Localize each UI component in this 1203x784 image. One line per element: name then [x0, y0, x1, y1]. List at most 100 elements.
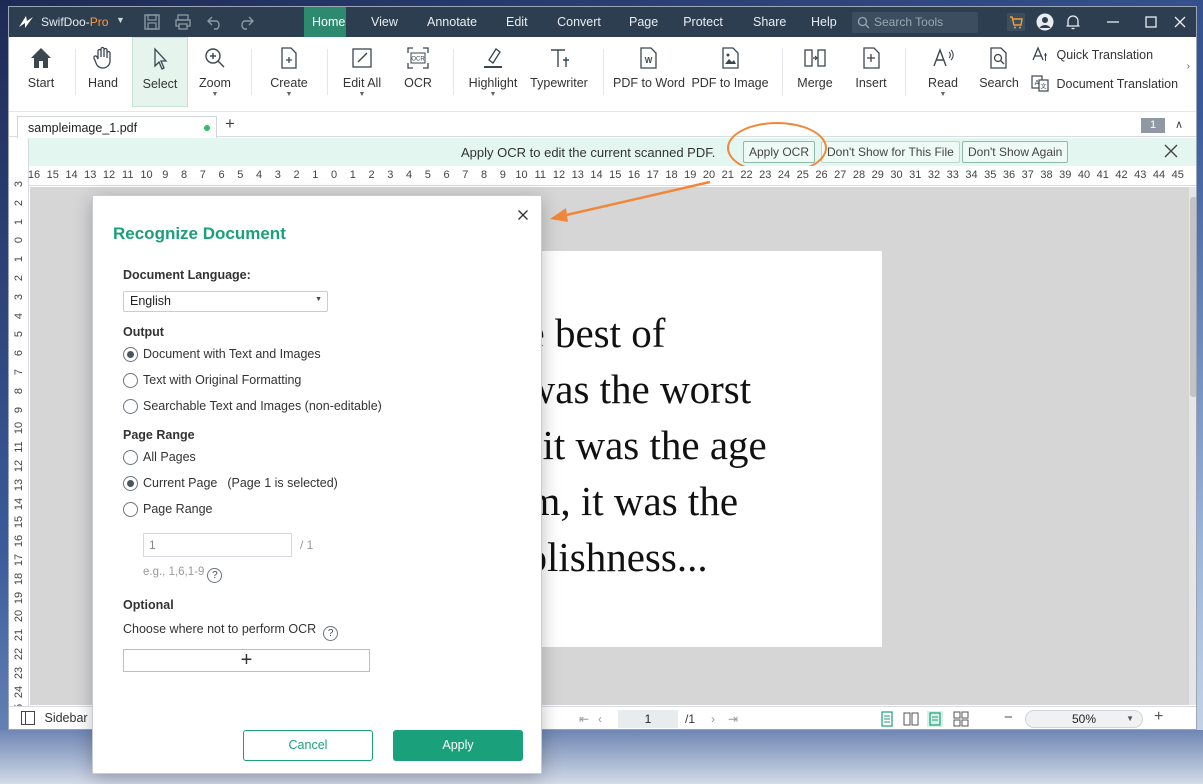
- zoom-button[interactable]: Zoom ▼: [195, 37, 235, 107]
- typewriter-button[interactable]: Typewriter: [529, 37, 589, 107]
- output-searchable-radio[interactable]: Searchable Text and Images (non-editable…: [123, 399, 382, 414]
- close-banner-icon[interactable]: [1163, 143, 1179, 159]
- ruler-tick-label: 20: [13, 610, 25, 623]
- ribbon-divider: [251, 49, 252, 95]
- document-translation-button[interactable]: A文 Document Translation: [1031, 74, 1178, 92]
- dialog-title: Recognize Document: [113, 224, 286, 243]
- maximize-icon[interactable]: [1142, 13, 1160, 31]
- document-language-select[interactable]: English ▼: [123, 291, 328, 312]
- page-range-input[interactable]: 1: [143, 533, 292, 557]
- first-page-icon[interactable]: ⇤: [579, 712, 589, 726]
- save-icon[interactable]: [143, 13, 161, 31]
- insert-button[interactable]: Insert: [851, 37, 891, 107]
- app-menu-caret-icon[interactable]: ▼: [116, 15, 125, 25]
- close-dialog-icon[interactable]: [517, 209, 529, 221]
- recognize-document-dialog: Recognize Document Document Language: En…: [92, 195, 542, 774]
- pdf-to-image-button[interactable]: PDF to Image: [691, 37, 769, 107]
- output-original-formatting-radio[interactable]: Text with Original Formatting: [123, 373, 301, 388]
- read-aloud-icon: [933, 48, 954, 67]
- read-button[interactable]: Read ▼: [923, 37, 963, 107]
- two-page-view-icon[interactable]: [903, 711, 919, 727]
- menu-edit[interactable]: Edit: [498, 7, 534, 37]
- print-icon[interactable]: [174, 13, 192, 31]
- search-tools-input[interactable]: Search Tools: [852, 12, 978, 33]
- menu-convert[interactable]: Convert: [547, 7, 611, 37]
- create-button[interactable]: Create ▼: [267, 37, 311, 107]
- edit-all-button[interactable]: Edit All ▼: [339, 37, 385, 107]
- add-tab-icon[interactable]: +: [225, 114, 235, 134]
- merge-button[interactable]: Merge: [793, 37, 837, 107]
- vertical-ruler: 3 2 1 0 1 2 3 4 5 6 7 8 9 10 11 12 13 14 15 16 17 18 19 20 21 22 2…: [9, 138, 29, 717]
- document-tab[interactable]: sampleimage_1.pdf: [17, 116, 217, 138]
- ruler-tick-label: 29: [871, 169, 884, 181]
- previous-page-icon[interactable]: ‹: [598, 712, 602, 726]
- help-icon[interactable]: ?: [323, 626, 339, 641]
- sidebar-toggle[interactable]: Sidebar: [21, 711, 88, 725]
- ocr-banner-message: Apply OCR to edit the current scanned PD…: [461, 145, 716, 160]
- ruler-tick-label: 7: [199, 169, 206, 181]
- collapse-ribbon-icon[interactable]: ∧: [1175, 118, 1183, 131]
- menu-view[interactable]: View: [363, 7, 405, 37]
- start-button[interactable]: Start: [21, 37, 61, 107]
- undo-icon[interactable]: [206, 13, 224, 31]
- highlight-dropdown-icon: ▼: [489, 91, 497, 98]
- search-icon: [857, 16, 870, 29]
- minimize-icon[interactable]: [1104, 13, 1122, 31]
- notification-bell-icon[interactable]: [1064, 13, 1082, 31]
- scrollbar-thumb[interactable]: [1190, 197, 1196, 397]
- last-page-icon[interactable]: ⇥: [728, 712, 738, 726]
- single-page-view-icon[interactable]: [879, 711, 895, 727]
- hand-tool-button[interactable]: Hand: [83, 37, 123, 107]
- select-tool-button[interactable]: Select: [132, 37, 188, 107]
- dont-show-again-button[interactable]: Don't Show Again: [962, 141, 1069, 163]
- home-icon: [31, 48, 51, 68]
- ruler-tick-label: 37: [1021, 169, 1034, 181]
- user-avatar-icon[interactable]: [1036, 13, 1054, 31]
- page-number-input[interactable]: 1: [618, 710, 678, 728]
- current-page-radio[interactable]: Current Page (Page 1 is selected): [123, 476, 338, 491]
- zoom-in-icon[interactable]: +: [1154, 708, 1163, 726]
- ribbon-scroll-right-icon[interactable]: ›: [1187, 61, 1190, 72]
- menu-help[interactable]: Help: [803, 7, 843, 37]
- zoom-out-icon[interactable]: −: [1004, 709, 1013, 726]
- page-range-label: Page Range: [123, 428, 195, 442]
- quick-translation-button[interactable]: Quick Translation: [1031, 45, 1153, 63]
- start-label: Start: [27, 76, 55, 90]
- add-exclusion-area-button[interactable]: +: [123, 649, 370, 672]
- zoom-level-select[interactable]: 50% ▼: [1025, 710, 1143, 728]
- radio-unchecked-icon: [123, 399, 138, 414]
- ocr-button[interactable]: OCR OCR: [398, 37, 438, 107]
- highlight-button[interactable]: Highlight ▼: [465, 37, 521, 107]
- dont-show-for-file-button[interactable]: Don't Show for This File: [821, 141, 960, 163]
- sidebar-icon: [21, 711, 35, 725]
- menu-annotate[interactable]: Annotate: [419, 7, 483, 37]
- close-window-icon[interactable]: [1171, 13, 1189, 31]
- ribbon-divider: [75, 49, 76, 95]
- continuous-view-icon[interactable]: [927, 711, 943, 727]
- apply-button[interactable]: Apply: [393, 730, 523, 761]
- search-button[interactable]: Search: [977, 37, 1021, 107]
- document-translation-icon: A文: [1031, 75, 1049, 92]
- menu-page[interactable]: Page: [621, 7, 661, 37]
- redo-icon[interactable]: [237, 13, 255, 31]
- ruler-tick-label: 0: [330, 169, 338, 181]
- all-pages-radio[interactable]: All Pages: [123, 450, 196, 465]
- menu-home[interactable]: Home: [304, 7, 346, 37]
- vertical-scrollbar[interactable]: [1189, 187, 1196, 705]
- next-page-icon[interactable]: ›: [711, 712, 715, 726]
- pdf-to-word-button[interactable]: W PDF to Word: [613, 37, 685, 107]
- cancel-button[interactable]: Cancel: [243, 730, 373, 761]
- page-range-radio[interactable]: Page Range: [123, 502, 213, 517]
- thumbnail-view-icon[interactable]: [953, 711, 969, 727]
- output-text-and-images-radio[interactable]: Document with Text and Images: [123, 347, 321, 362]
- ruler-tick-label: 4: [405, 169, 413, 181]
- menu-share[interactable]: Share: [745, 7, 789, 37]
- edit-pencil-icon: [352, 48, 372, 68]
- ruler-tick-label: 4: [255, 169, 263, 181]
- cart-icon[interactable]: [1007, 13, 1025, 31]
- document-language-value: English: [130, 294, 171, 308]
- menu-protect[interactable]: Protect: [675, 7, 731, 37]
- pdf-to-word-icon: W: [640, 47, 657, 69]
- help-icon[interactable]: ?: [207, 568, 223, 583]
- ruler-tick-label: 1: [13, 218, 25, 225]
